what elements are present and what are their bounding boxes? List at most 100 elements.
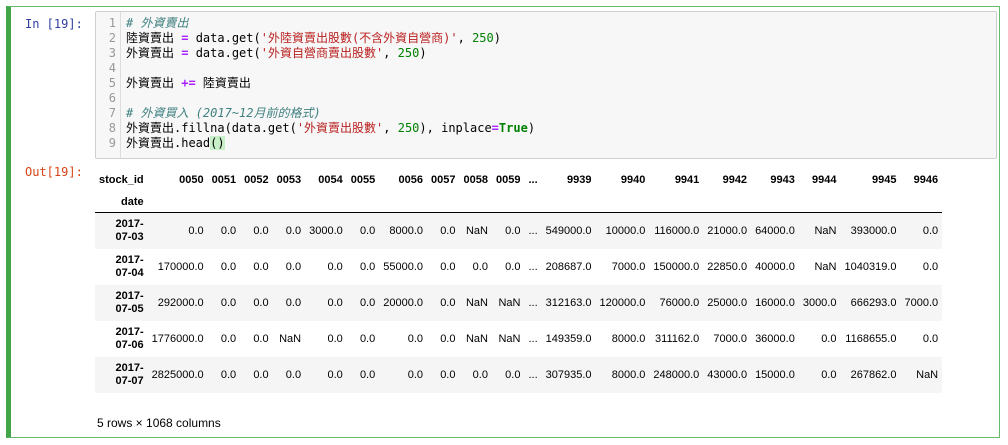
table-cell: 312163.0 bbox=[545, 297, 592, 309]
table-cell: NaN bbox=[465, 297, 488, 309]
date-year-part: 2017- bbox=[115, 326, 144, 338]
date-year-part: 2017- bbox=[115, 218, 144, 230]
code-line[interactable]: 6 bbox=[96, 91, 996, 106]
table-cell: 116000.0 bbox=[654, 225, 700, 237]
row-index-date: 2017- 07-06 bbox=[95, 321, 148, 357]
code-token: 250 bbox=[397, 121, 420, 135]
table-cell: 666293.0 bbox=[850, 297, 897, 309]
table-cell: 0.0 bbox=[505, 261, 521, 273]
code-token: , bbox=[383, 121, 398, 135]
table-cell: 0.0 bbox=[188, 225, 204, 237]
code-line[interactable]: 9 外資賣出.head() bbox=[96, 136, 996, 151]
date-day-part: 07-04 bbox=[115, 267, 144, 279]
code-token: += bbox=[181, 76, 196, 90]
index-filler bbox=[492, 192, 524, 213]
code-token: 陸資賣出 bbox=[195, 76, 251, 90]
index-name: date bbox=[121, 196, 144, 208]
code-editor[interactable]: 1 # 外資賣出 2 陸資賣出 = data.get('外陸資賣出股數(不含外資自營商… bbox=[95, 11, 997, 159]
table-cell: 0.0 bbox=[922, 333, 939, 345]
code-line[interactable]: 8 外資賣出.fillna(data.get('外資賣出股數', 250), in… bbox=[96, 121, 996, 136]
date-year-part: 2017- bbox=[115, 290, 144, 302]
column-header: 9940 bbox=[620, 173, 646, 186]
index-filler bbox=[240, 192, 272, 213]
table-cell: 1040319.0 bbox=[844, 261, 897, 273]
code-token: ) bbox=[493, 31, 501, 45]
table-cell: 15000.0 bbox=[755, 369, 795, 381]
code-token: '外陸資賣出股數(不含外資自營商)' bbox=[260, 31, 458, 45]
table-cell: 208687.0 bbox=[545, 261, 592, 273]
table-cell: 0.0 bbox=[440, 333, 456, 345]
code-line[interactable]: 7 # 外資買入 (2017~12月前的格式) bbox=[96, 106, 996, 121]
table-cell: 8000.0 bbox=[611, 369, 646, 381]
index-filler bbox=[427, 192, 459, 213]
column-header: 9941 bbox=[674, 173, 700, 186]
input-prompt: In [19]: bbox=[25, 17, 83, 31]
code-line[interactable]: 2 陸資賣出 = data.get('外陸資賣出股數(不含外資自營商)', 250… bbox=[96, 31, 996, 46]
index-filler bbox=[347, 192, 379, 213]
table-cell: 0.0 bbox=[440, 225, 456, 237]
table-cell: 10000.0 bbox=[605, 225, 646, 237]
date-day-part: 07-07 bbox=[115, 375, 144, 387]
table-cell: 64000.0 bbox=[755, 225, 795, 237]
table-cell: 0.0 bbox=[922, 225, 939, 237]
table-cell: 25000.0 bbox=[707, 297, 748, 309]
table-row: 2017- 07-03 0.0 0.0 0.0 0.0 3000.0 0.0 8000.0 0.0… bbox=[95, 212, 943, 250]
table-cell: 2825000.0 bbox=[151, 369, 204, 381]
table-cell: 150000.0 bbox=[653, 261, 700, 273]
code-token: , bbox=[383, 46, 398, 60]
table-cell: 0.0 bbox=[359, 225, 376, 237]
table-body: 2017- 07-03 0.0 0.0 0.0 0.0 3000.0 0.0 8000.0 0.0… bbox=[95, 212, 943, 393]
code-token: () bbox=[210, 136, 225, 150]
table-cell: 0.0 bbox=[285, 297, 302, 309]
column-header: 9945 bbox=[872, 173, 897, 186]
line-number: 1 bbox=[108, 16, 116, 30]
table-cell: 0.0 bbox=[359, 297, 376, 309]
column-header: 9944 bbox=[812, 173, 837, 186]
table-row: 2017- 07-06 1776000.0 0.0 0.0 NaN 0.0 0.0 0.0 0.0… bbox=[95, 321, 942, 357]
line-number: 4 bbox=[108, 61, 116, 75]
table-cell: 0.0 bbox=[440, 297, 456, 309]
table-cell: 36000.0 bbox=[755, 333, 795, 345]
notebook-cell[interactable]: In [19]: 1 # 外資賣出 2 陸資賣出 = data.get('外陸資賣出股… bbox=[6, 6, 1000, 438]
table-cell: 0.0 bbox=[407, 333, 423, 345]
column-header: 0058 bbox=[463, 173, 488, 186]
code-line[interactable]: 4 bbox=[96, 61, 996, 76]
column-header: 9943 bbox=[770, 173, 795, 186]
table-cell: NaN bbox=[498, 297, 521, 309]
column-header: 0050 bbox=[179, 173, 204, 186]
column-header-row: stock_id 0050 0051 0052 0053 0054 0055 0056 005… bbox=[95, 167, 942, 192]
line-number: 7 bbox=[108, 106, 116, 120]
code-token: 外資賣出.head bbox=[126, 136, 211, 150]
table-cell: 43000.0 bbox=[707, 369, 748, 381]
code-line[interactable]: 1 # 外資賣出 bbox=[96, 16, 996, 31]
code-token: = bbox=[491, 121, 499, 135]
table-cell: 0.0 bbox=[220, 297, 237, 309]
table-cell: 149359.0 bbox=[545, 333, 592, 345]
code-token: 250 bbox=[397, 46, 420, 60]
table-cell: 22850.0 bbox=[707, 261, 748, 273]
code-token: '外資賣出股數' bbox=[296, 121, 384, 135]
table-cell: 0.0 bbox=[220, 369, 237, 381]
table-cell: 3000.0 bbox=[802, 297, 837, 309]
output-area: stock_id 0050 0051 0052 0053 0054 0055 0056 005… bbox=[95, 167, 995, 393]
column-header: 9946 bbox=[913, 173, 939, 186]
line-number: 3 bbox=[108, 46, 116, 60]
table-cell: NaN bbox=[465, 225, 488, 237]
line-number: 5 bbox=[108, 76, 116, 90]
table-cell: 0.0 bbox=[253, 261, 269, 273]
table-cell: 8000.0 bbox=[611, 333, 646, 345]
index-filler bbox=[148, 192, 208, 213]
code-line[interactable]: 3 外資賣出 = data.get('外資自營商賣出股數', 250) bbox=[96, 46, 996, 61]
table-cell: 0.0 bbox=[440, 261, 456, 273]
column-header: 0054 bbox=[318, 173, 343, 186]
index-filler bbox=[273, 192, 305, 213]
index-filler bbox=[542, 192, 596, 213]
table-cell: 0.0 bbox=[359, 261, 376, 273]
table-cell: 20000.0 bbox=[383, 297, 423, 309]
table-cell: NaN bbox=[279, 333, 302, 345]
table-cell: ... bbox=[528, 369, 538, 381]
date-year-part: 2017- bbox=[115, 362, 144, 374]
row-index-date: 2017- 07-03 bbox=[95, 213, 148, 250]
code-token: 250 bbox=[472, 31, 494, 45]
code-line[interactable]: 5 外資賣出 += 陸資賣出 bbox=[96, 76, 996, 91]
